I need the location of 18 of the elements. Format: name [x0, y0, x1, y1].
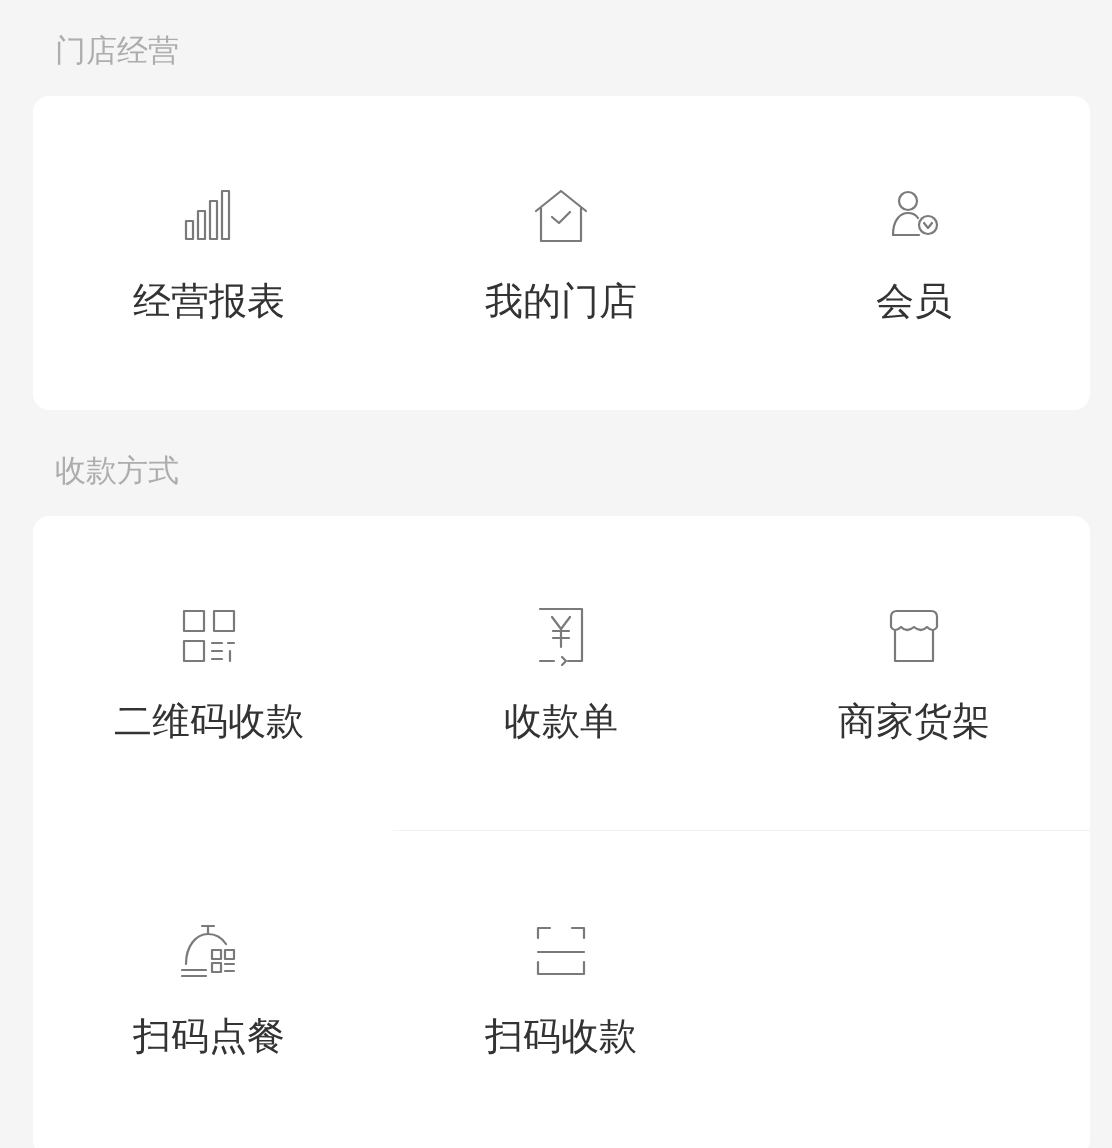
shortcut-tile[interactable]: 扫码收款	[385, 918, 738, 1058]
shortcut-tile[interactable]: 会员	[737, 183, 1090, 323]
tile-label: 商家货架	[837, 699, 990, 743]
shortcut-tile[interactable]: 商家货架	[737, 603, 1090, 743]
tile-label: 我的门店	[485, 279, 638, 323]
tile-label: 收款单	[504, 699, 619, 743]
tile-label: 扫码收款	[485, 1014, 638, 1058]
tile-label: 二维码收款	[114, 699, 305, 743]
shortcut-tile[interactable]: 我的门店	[385, 183, 738, 323]
shortcut-tile[interactable]: 收款单	[385, 603, 738, 743]
shortcut-tile[interactable]: 二维码收款	[33, 603, 386, 743]
section-title: 门店经营	[55, 31, 180, 70]
shortcut-tile[interactable]: 扫码点餐	[33, 918, 386, 1058]
tile-label: 经营报表	[133, 279, 286, 323]
shortcut-tile[interactable]: 经营报表	[33, 183, 386, 323]
tile-label: 会员	[875, 279, 952, 323]
tile-label: 扫码点餐	[133, 1014, 286, 1058]
section-title: 收款方式	[55, 451, 180, 490]
